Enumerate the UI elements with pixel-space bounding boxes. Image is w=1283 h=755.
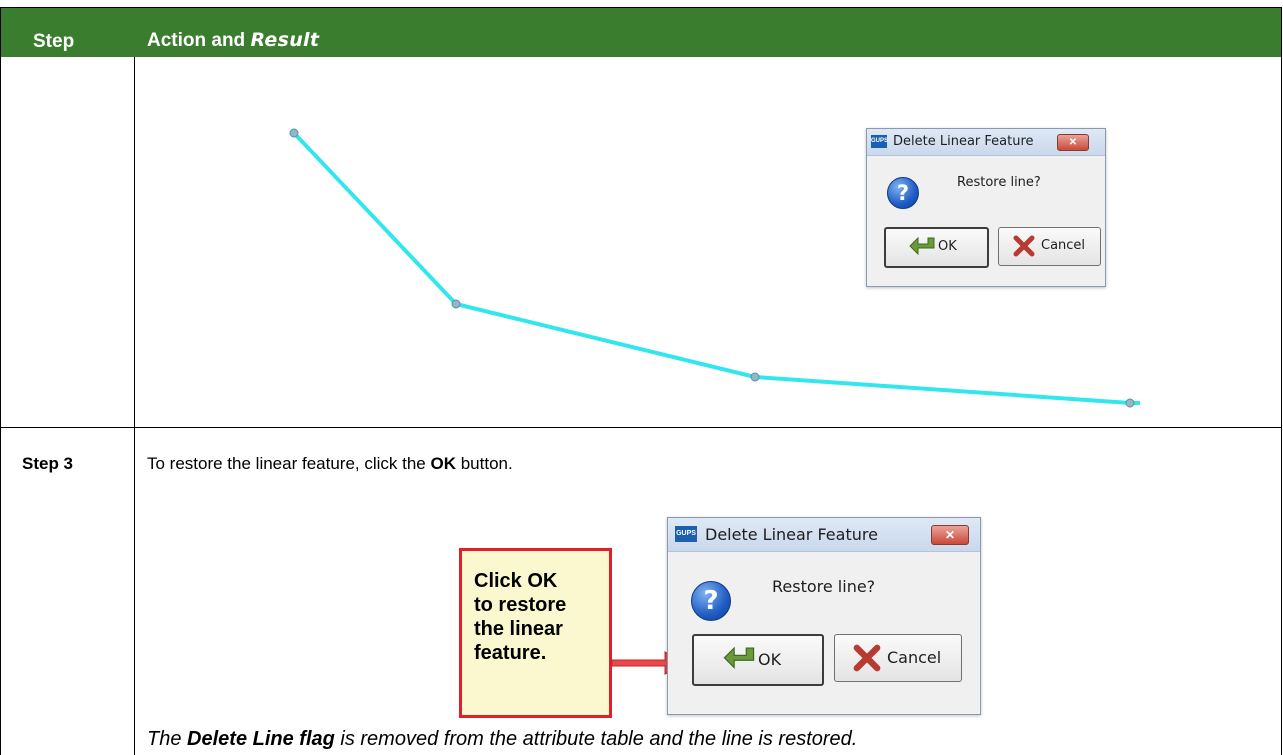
dialog-message: Restore line? (957, 175, 1041, 190)
delete-linear-feature-dialog-small: GUPS Delete Linear Feature ✕ ? Restore l… (866, 128, 1106, 287)
step-3-instruction: To restore the linear feature, click the… (147, 454, 513, 474)
vertex-handle[interactable] (289, 128, 299, 138)
ok-button[interactable]: OK (692, 634, 824, 686)
question-icon: ? (691, 581, 731, 621)
dialog-title: Delete Linear Feature (705, 525, 878, 544)
header-result-text: Result (250, 29, 320, 51)
table-row-divider (0, 427, 1282, 428)
ok-label: OK (938, 239, 957, 254)
callout-box: Click OK to restore the linear feature. (459, 548, 612, 718)
delete-linear-feature-dialog: GUPS Delete Linear Feature ✕ ? Restore l… (667, 517, 981, 715)
return-arrow-icon (723, 646, 755, 669)
instruction-ok-bold: OK (430, 454, 456, 473)
dialog-message: Restore line? (772, 577, 876, 596)
table-border-right (1281, 7, 1282, 755)
x-cancel-icon (1013, 235, 1035, 257)
cancel-button[interactable]: Cancel (998, 227, 1101, 266)
table-border-left (0, 7, 1, 755)
close-icon[interactable]: ✕ (1057, 134, 1089, 151)
instruction-table: Step Action and Result GUPS Delete Linea… (0, 0, 1283, 755)
header-action-result: Action and Result (147, 29, 319, 52)
map-screenshot: GUPS Delete Linear Feature ✕ ? Restore l… (135, 57, 1281, 426)
linear-feature-map (289, 128, 1140, 408)
cancel-button[interactable]: Cancel (834, 634, 962, 682)
header-step: Step (33, 31, 75, 52)
ok-button[interactable]: OK (884, 227, 989, 268)
gups-app-icon: GUPS (675, 526, 697, 542)
x-cancel-icon (853, 644, 881, 672)
step-3-label: Step 3 (22, 454, 74, 473)
result-text-2: is removed from the attribute table and … (334, 728, 858, 750)
ok-label: OK (758, 650, 782, 669)
vertex-handle[interactable] (451, 299, 461, 309)
return-arrow-icon (909, 236, 935, 256)
dialog-title-bar: GUPS Delete Linear Feature ✕ (668, 518, 980, 552)
cancel-label: Cancel (887, 648, 942, 667)
instruction-text-2: button. (455, 454, 513, 473)
cancel-label: Cancel (1041, 238, 1086, 253)
result-bold: Delete Line flag (187, 728, 335, 750)
callout-text: Click OK to restore the linear feature. (474, 570, 567, 664)
table-border-top (0, 7, 1282, 8)
result-text-1: The (147, 728, 188, 750)
question-icon: ? (887, 177, 919, 209)
header-action-text: Action and (147, 30, 251, 51)
gups-app-icon: GUPS (871, 135, 888, 148)
vertex-handle[interactable] (750, 372, 760, 382)
table-header: Step Action and Result (0, 7, 1282, 57)
close-icon[interactable]: ✕ (931, 525, 969, 545)
dialog-title: Delete Linear Feature (893, 134, 1034, 149)
vertex-handle[interactable] (1125, 398, 1135, 408)
step-3-result: The Delete Line flag is removed from the… (147, 728, 857, 751)
dialog-title-bar: GUPS Delete Linear Feature ✕ (867, 129, 1105, 156)
instruction-text-1: To restore the linear feature, click the (147, 454, 431, 473)
